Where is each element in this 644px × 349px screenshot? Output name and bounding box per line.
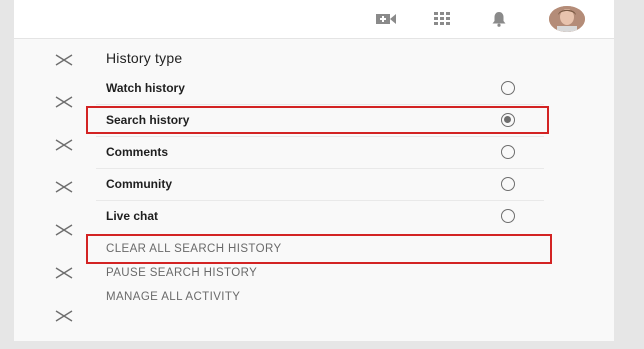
option-label: Watch history (106, 81, 185, 95)
radio-button[interactable] (501, 177, 515, 191)
user-avatar[interactable] (549, 6, 585, 32)
option-comments[interactable]: Comments (96, 137, 544, 169)
notification-bell-icon[interactable] (490, 10, 508, 28)
option-community[interactable]: Community (96, 169, 544, 201)
close-icon[interactable] (54, 180, 74, 194)
option-label: Comments (106, 145, 169, 159)
close-icon[interactable] (54, 223, 74, 237)
video-camera-add-icon[interactable] (376, 12, 396, 26)
close-icon[interactable] (54, 53, 74, 67)
clear-history-highlight (86, 234, 552, 264)
history-type-heading: History type (106, 50, 183, 66)
pause-search-history-button[interactable]: PAUSE SEARCH HISTORY (106, 267, 257, 279)
option-live-chat[interactable]: Live chat (96, 201, 544, 232)
option-label: Live chat (106, 209, 159, 223)
close-icon[interactable] (54, 95, 74, 109)
close-icon[interactable] (54, 266, 74, 280)
close-icon[interactable] (54, 138, 74, 152)
close-icon[interactable] (54, 309, 74, 323)
radio-button[interactable] (501, 145, 515, 159)
option-label: Community (106, 177, 172, 191)
radio-button[interactable] (501, 209, 515, 223)
history-page: History type Watch history Search histor… (14, 0, 614, 341)
search-history-highlight (86, 106, 549, 134)
manage-all-activity-button[interactable]: MANAGE ALL ACTIVITY (106, 291, 240, 303)
radio-button[interactable] (501, 81, 515, 95)
option-watch-history[interactable]: Watch history (96, 73, 544, 105)
top-bar (14, 0, 614, 39)
apps-grid-icon[interactable] (432, 11, 452, 27)
